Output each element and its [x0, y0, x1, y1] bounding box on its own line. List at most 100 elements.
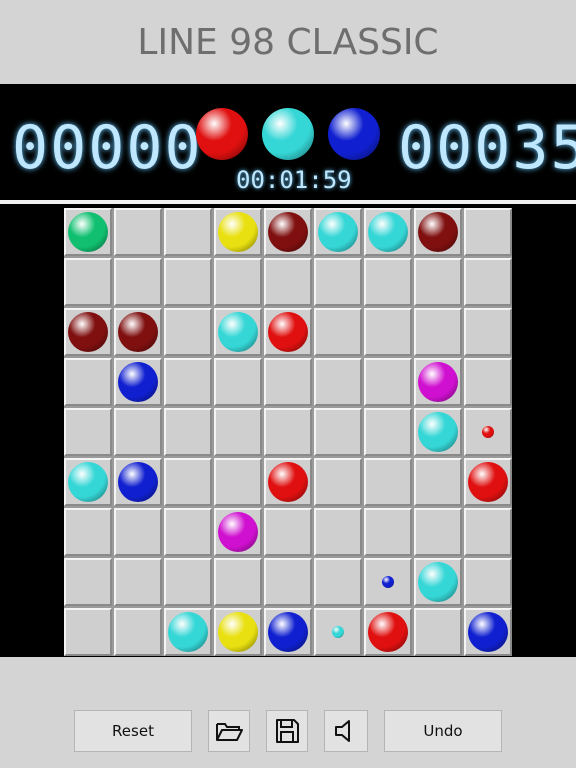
- board-cell[interactable]: [164, 308, 212, 356]
- board-cell[interactable]: [464, 458, 512, 506]
- board-cell[interactable]: [164, 608, 212, 656]
- blue-ball[interactable]: [118, 462, 158, 502]
- board-cell[interactable]: [164, 358, 212, 406]
- cyan-ball[interactable]: [418, 562, 458, 602]
- board-cell[interactable]: [314, 308, 362, 356]
- board-cell[interactable]: [414, 308, 462, 356]
- magenta-ball[interactable]: [418, 362, 458, 402]
- board-cell[interactable]: [164, 408, 212, 456]
- red-ball[interactable]: [468, 462, 508, 502]
- board-cell[interactable]: [464, 608, 512, 656]
- board-cell[interactable]: [464, 358, 512, 406]
- magenta-ball[interactable]: [218, 512, 258, 552]
- green-ball[interactable]: [68, 212, 108, 252]
- board-cell[interactable]: [364, 258, 412, 306]
- blue-ball[interactable]: [118, 362, 158, 402]
- cyan-ball[interactable]: [168, 612, 208, 652]
- board-cell[interactable]: [114, 208, 162, 256]
- board-cell[interactable]: [464, 258, 512, 306]
- board-cell[interactable]: [464, 558, 512, 606]
- blue-ball[interactable]: [382, 576, 394, 588]
- board-cell[interactable]: [364, 358, 412, 406]
- board-cell[interactable]: [214, 208, 262, 256]
- board-cell[interactable]: [364, 558, 412, 606]
- board-cell[interactable]: [464, 408, 512, 456]
- board-cell[interactable]: [314, 208, 362, 256]
- board-cell[interactable]: [264, 558, 312, 606]
- board-cell[interactable]: [364, 308, 412, 356]
- red-ball[interactable]: [482, 426, 494, 438]
- board-cell[interactable]: [64, 558, 112, 606]
- cyan-ball[interactable]: [368, 212, 408, 252]
- board-cell[interactable]: [64, 508, 112, 556]
- board-cell[interactable]: [414, 508, 462, 556]
- board-cell[interactable]: [264, 258, 312, 306]
- board-cell[interactable]: [464, 308, 512, 356]
- maroon-ball[interactable]: [68, 312, 108, 352]
- yellow-ball[interactable]: [218, 612, 258, 652]
- board-cell[interactable]: [314, 608, 362, 656]
- board-cell[interactable]: [114, 408, 162, 456]
- cyan-ball[interactable]: [332, 626, 344, 638]
- open-button[interactable]: [208, 710, 250, 752]
- board-cell[interactable]: [414, 358, 462, 406]
- board-cell[interactable]: [414, 408, 462, 456]
- cyan-ball[interactable]: [418, 412, 458, 452]
- board-cell[interactable]: [64, 608, 112, 656]
- board-cell[interactable]: [164, 558, 212, 606]
- board-cell[interactable]: [414, 458, 462, 506]
- board-cell[interactable]: [114, 358, 162, 406]
- board-cell[interactable]: [364, 508, 412, 556]
- red-ball[interactable]: [268, 312, 308, 352]
- board-cell[interactable]: [264, 408, 312, 456]
- undo-button[interactable]: Undo: [384, 710, 502, 752]
- board-cell[interactable]: [264, 208, 312, 256]
- board-cell[interactable]: [414, 558, 462, 606]
- board-cell[interactable]: [364, 458, 412, 506]
- board-cell[interactable]: [214, 358, 262, 406]
- board-cell[interactable]: [414, 608, 462, 656]
- board-cell[interactable]: [114, 558, 162, 606]
- cyan-ball[interactable]: [318, 212, 358, 252]
- board-cell[interactable]: [214, 258, 262, 306]
- board-cell[interactable]: [314, 408, 362, 456]
- board-cell[interactable]: [214, 608, 262, 656]
- board-cell[interactable]: [314, 258, 362, 306]
- board-cell[interactable]: [464, 208, 512, 256]
- board-cell[interactable]: [364, 608, 412, 656]
- board-cell[interactable]: [264, 458, 312, 506]
- red-ball[interactable]: [368, 612, 408, 652]
- maroon-ball[interactable]: [418, 212, 458, 252]
- board-cell[interactable]: [464, 508, 512, 556]
- board-cell[interactable]: [214, 408, 262, 456]
- board-cell[interactable]: [214, 558, 262, 606]
- blue-ball[interactable]: [268, 612, 308, 652]
- board-cell[interactable]: [64, 358, 112, 406]
- board-cell[interactable]: [64, 408, 112, 456]
- board-cell[interactable]: [64, 308, 112, 356]
- board-cell[interactable]: [414, 208, 462, 256]
- board-cell[interactable]: [314, 558, 362, 606]
- blue-ball[interactable]: [468, 612, 508, 652]
- board-cell[interactable]: [114, 608, 162, 656]
- board-cell[interactable]: [164, 508, 212, 556]
- board-cell[interactable]: [114, 458, 162, 506]
- board-cell[interactable]: [164, 458, 212, 506]
- save-button[interactable]: [266, 710, 308, 752]
- board-cell[interactable]: [364, 408, 412, 456]
- board-cell[interactable]: [64, 258, 112, 306]
- board-cell[interactable]: [214, 308, 262, 356]
- board-cell[interactable]: [164, 258, 212, 306]
- maroon-ball[interactable]: [268, 212, 308, 252]
- board-cell[interactable]: [264, 508, 312, 556]
- board-cell[interactable]: [364, 208, 412, 256]
- maroon-ball[interactable]: [118, 312, 158, 352]
- sound-button[interactable]: [324, 710, 368, 752]
- yellow-ball[interactable]: [218, 212, 258, 252]
- cyan-ball[interactable]: [68, 462, 108, 502]
- board-cell[interactable]: [164, 208, 212, 256]
- red-ball[interactable]: [268, 462, 308, 502]
- board-cell[interactable]: [414, 258, 462, 306]
- board-cell[interactable]: [264, 608, 312, 656]
- cyan-ball[interactable]: [218, 312, 258, 352]
